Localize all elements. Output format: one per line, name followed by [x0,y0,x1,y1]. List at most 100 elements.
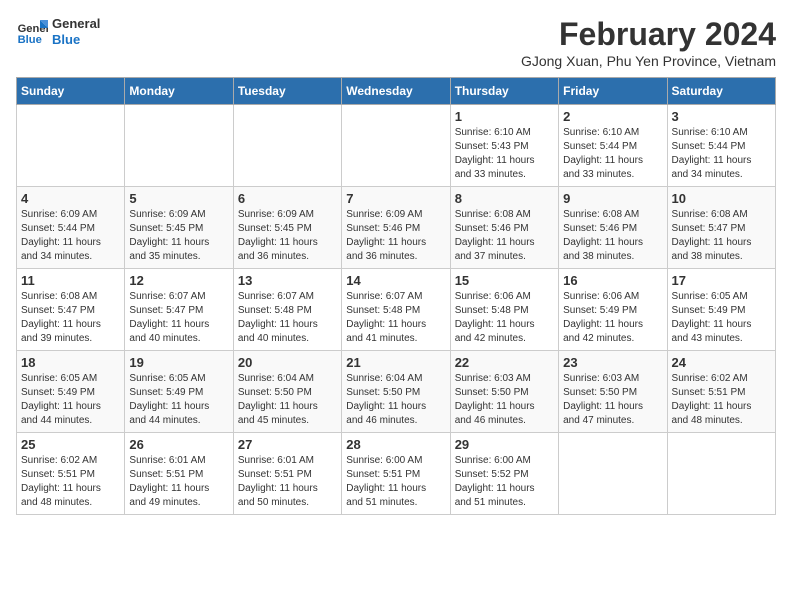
day-info: Sunrise: 6:03 AM Sunset: 5:50 PM Dayligh… [455,372,554,428]
day-info: Sunrise: 6:10 AM Sunset: 5:43 PM Dayligh… [455,126,554,182]
calendar-cell: 16 Sunrise: 6:06 AM Sunset: 5:49 PM Dayli… [559,269,667,351]
day-info: Sunrise: 6:05 AM Sunset: 5:49 PM Dayligh… [21,372,120,428]
day-number: 16 [563,273,662,288]
day-info: Sunrise: 6:10 AM Sunset: 5:44 PM Dayligh… [672,126,771,182]
calendar-cell: 21 Sunrise: 6:04 AM Sunset: 5:50 PM Dayli… [342,351,450,433]
day-number: 27 [238,437,337,452]
calendar-cell: 10 Sunrise: 6:08 AM Sunset: 5:47 PM Dayli… [667,187,775,269]
day-info: Sunrise: 6:07 AM Sunset: 5:48 PM Dayligh… [238,290,337,346]
day-info: Sunrise: 6:10 AM Sunset: 5:44 PM Dayligh… [563,126,662,182]
day-number: 11 [21,273,120,288]
day-info: Sunrise: 6:08 AM Sunset: 5:47 PM Dayligh… [672,208,771,264]
calendar-cell: 27 Sunrise: 6:01 AM Sunset: 5:51 PM Dayli… [233,433,341,515]
day-info: Sunrise: 6:01 AM Sunset: 5:51 PM Dayligh… [129,454,228,510]
day-info: Sunrise: 6:06 AM Sunset: 5:49 PM Dayligh… [563,290,662,346]
calendar-cell: 22 Sunrise: 6:03 AM Sunset: 5:50 PM Dayli… [450,351,558,433]
day-number: 19 [129,355,228,370]
weekday-header: Wednesday [342,78,450,105]
calendar-cell: 12 Sunrise: 6:07 AM Sunset: 5:47 PM Dayli… [125,269,233,351]
calendar-week-row: 4 Sunrise: 6:09 AM Sunset: 5:44 PM Daylig… [17,187,776,269]
calendar-cell [559,433,667,515]
day-number: 17 [672,273,771,288]
day-number: 29 [455,437,554,452]
day-info: Sunrise: 6:07 AM Sunset: 5:47 PM Dayligh… [129,290,228,346]
calendar-cell: 23 Sunrise: 6:03 AM Sunset: 5:50 PM Dayli… [559,351,667,433]
calendar-cell: 5 Sunrise: 6:09 AM Sunset: 5:45 PM Daylig… [125,187,233,269]
calendar-cell: 25Sunrise: 6:02 AM Sunset: 5:51 PM Dayli… [17,433,125,515]
calendar-cell [342,105,450,187]
day-info: Sunrise: 6:09 AM Sunset: 5:45 PM Dayligh… [238,208,337,264]
day-info: Sunrise: 6:00 AM Sunset: 5:51 PM Dayligh… [346,454,445,510]
calendar-cell: 2 Sunrise: 6:10 AM Sunset: 5:44 PM Daylig… [559,105,667,187]
day-info: Sunrise: 6:06 AM Sunset: 5:48 PM Dayligh… [455,290,554,346]
calendar-week-row: 18Sunrise: 6:05 AM Sunset: 5:49 PM Dayli… [17,351,776,433]
day-info: Sunrise: 6:08 AM Sunset: 5:46 PM Dayligh… [455,208,554,264]
day-number: 24 [672,355,771,370]
page-subtitle: GJong Xuan, Phu Yen Province, Vietnam [521,53,776,69]
page-title: February 2024 [521,16,776,53]
day-number: 3 [672,109,771,124]
calendar-cell: 14Sunrise: 6:07 AM Sunset: 5:48 PM Dayli… [342,269,450,351]
calendar-cell: 1 Sunrise: 6:10 AM Sunset: 5:43 PM Daylig… [450,105,558,187]
day-number: 13 [238,273,337,288]
logo-blue: Blue [52,32,100,48]
day-info: Sunrise: 6:04 AM Sunset: 5:50 PM Dayligh… [346,372,445,428]
day-info: Sunrise: 6:08 AM Sunset: 5:47 PM Dayligh… [21,290,120,346]
day-number: 5 [129,191,228,206]
day-number: 14 [346,273,445,288]
day-info: Sunrise: 6:09 AM Sunset: 5:44 PM Dayligh… [21,208,120,264]
day-info: Sunrise: 6:05 AM Sunset: 5:49 PM Dayligh… [672,290,771,346]
day-info: Sunrise: 6:00 AM Sunset: 5:52 PM Dayligh… [455,454,554,510]
day-info: Sunrise: 6:02 AM Sunset: 5:51 PM Dayligh… [672,372,771,428]
weekday-header: Sunday [17,78,125,105]
calendar-cell: 20Sunrise: 6:04 AM Sunset: 5:50 PM Dayli… [233,351,341,433]
day-info: Sunrise: 6:09 AM Sunset: 5:46 PM Dayligh… [346,208,445,264]
calendar-cell: 24 Sunrise: 6:02 AM Sunset: 5:51 PM Dayli… [667,351,775,433]
day-number: 28 [346,437,445,452]
calendar-header-row: SundayMondayTuesdayWednesdayThursdayFrid… [17,78,776,105]
weekday-header: Saturday [667,78,775,105]
day-number: 26 [129,437,228,452]
weekday-header: Tuesday [233,78,341,105]
calendar-cell: 28 Sunrise: 6:00 AM Sunset: 5:51 PM Dayli… [342,433,450,515]
day-info: Sunrise: 6:09 AM Sunset: 5:45 PM Dayligh… [129,208,228,264]
page-header: General Blue General Blue February 2024 … [16,16,776,69]
calendar-cell: 8 Sunrise: 6:08 AM Sunset: 5:46 PM Daylig… [450,187,558,269]
calendar-cell [233,105,341,187]
day-number: 2 [563,109,662,124]
day-number: 6 [238,191,337,206]
day-number: 22 [455,355,554,370]
day-number: 9 [563,191,662,206]
calendar-cell: 29 Sunrise: 6:00 AM Sunset: 5:52 PM Dayli… [450,433,558,515]
day-info: Sunrise: 6:04 AM Sunset: 5:50 PM Dayligh… [238,372,337,428]
logo-icon: General Blue [16,16,48,48]
day-info: Sunrise: 6:03 AM Sunset: 5:50 PM Dayligh… [563,372,662,428]
day-number: 10 [672,191,771,206]
calendar-cell [125,105,233,187]
day-info: Sunrise: 6:02 AM Sunset: 5:51 PM Dayligh… [21,454,120,510]
calendar-cell: 19 Sunrise: 6:05 AM Sunset: 5:49 PM Dayli… [125,351,233,433]
day-number: 15 [455,273,554,288]
calendar-cell: 11 Sunrise: 6:08 AM Sunset: 5:47 PM Dayli… [17,269,125,351]
day-info: Sunrise: 6:08 AM Sunset: 5:46 PM Dayligh… [563,208,662,264]
day-number: 7 [346,191,445,206]
day-number: 21 [346,355,445,370]
calendar-cell: 6 Sunrise: 6:09 AM Sunset: 5:45 PM Daylig… [233,187,341,269]
day-info: Sunrise: 6:05 AM Sunset: 5:49 PM Dayligh… [129,372,228,428]
calendar-cell [17,105,125,187]
day-number: 1 [455,109,554,124]
calendar-cell: 17 Sunrise: 6:05 AM Sunset: 5:49 PM Dayli… [667,269,775,351]
day-number: 4 [21,191,120,206]
calendar-cell: 13 Sunrise: 6:07 AM Sunset: 5:48 PM Dayli… [233,269,341,351]
day-number: 8 [455,191,554,206]
weekday-header: Friday [559,78,667,105]
day-info: Sunrise: 6:01 AM Sunset: 5:51 PM Dayligh… [238,454,337,510]
calendar-cell: 4 Sunrise: 6:09 AM Sunset: 5:44 PM Daylig… [17,187,125,269]
day-number: 23 [563,355,662,370]
day-number: 12 [129,273,228,288]
calendar-cell: 7 Sunrise: 6:09 AM Sunset: 5:46 PM Daylig… [342,187,450,269]
calendar-cell: 18Sunrise: 6:05 AM Sunset: 5:49 PM Dayli… [17,351,125,433]
calendar-week-row: 1 Sunrise: 6:10 AM Sunset: 5:43 PM Daylig… [17,105,776,187]
weekday-header: Thursday [450,78,558,105]
svg-text:Blue: Blue [18,34,42,46]
